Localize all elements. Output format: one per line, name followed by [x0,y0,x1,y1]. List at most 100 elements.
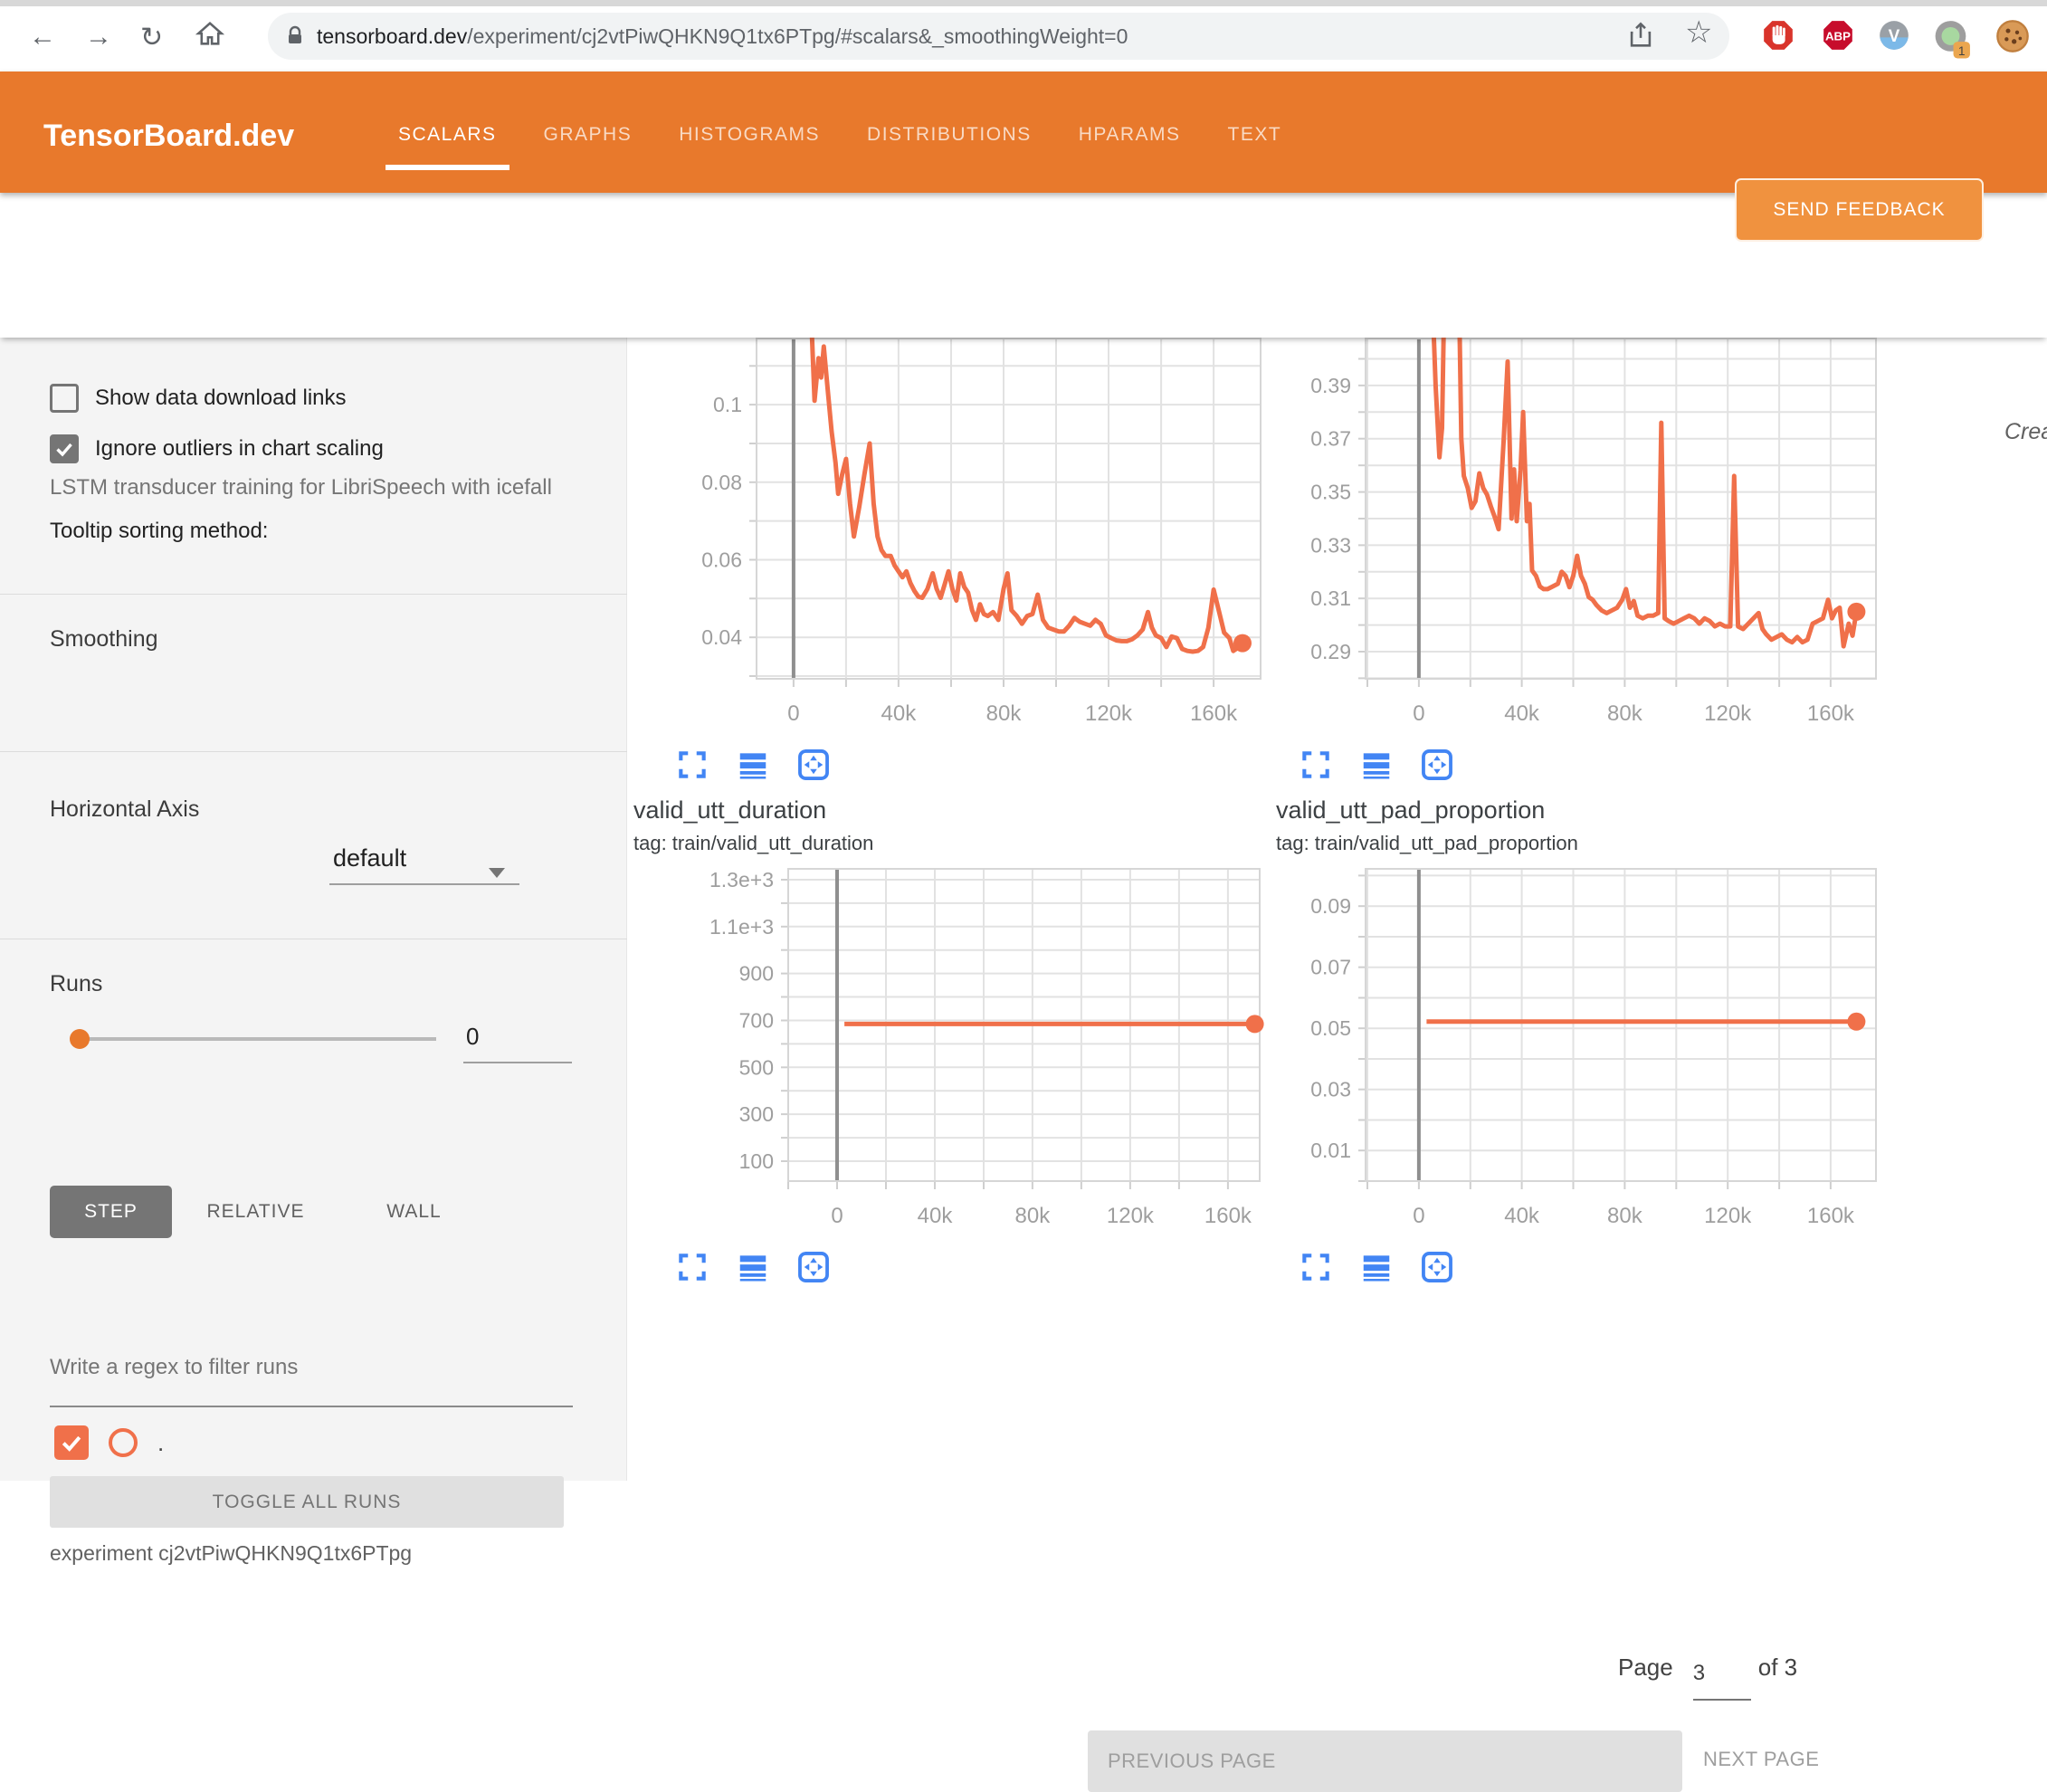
tab-text[interactable]: TEXT [1228,124,1282,146]
tooltip-sorting-underline [329,883,519,885]
fit-domain-icon[interactable] [1420,1250,1454,1284]
axis-wall-button[interactable]: WALL [339,1201,489,1223]
fullscreen-icon[interactable] [675,1250,709,1284]
bookmark-star-icon[interactable]: ☆ [1685,14,1712,51]
home-icon[interactable] [195,18,225,53]
chart3-plot[interactable]: 1003005007009001.1e+31.3e+3040k80k120k16… [633,868,1280,1237]
chart3-toolbar [633,1250,1279,1284]
check-icon [59,1430,84,1455]
fit-domain-icon[interactable] [796,1250,831,1284]
svg-text:160k: 160k [1807,1204,1855,1228]
svg-text:0.37: 0.37 [1310,427,1351,451]
page-of-label: of 3 [1758,1652,1797,1682]
chart-card-3: valid_utt_duration tag: train/valid_utt_… [633,796,1279,1284]
back-icon[interactable]: ← [29,22,56,52]
svg-text:0.03: 0.03 [1310,1078,1351,1101]
axis-relative-button[interactable]: RELATIVE [172,1201,339,1223]
svg-text:40k: 40k [1504,701,1540,726]
runs-filter-input[interactable]: Write a regex to filter runs [50,1355,298,1380]
svg-text:40k: 40k [1504,1204,1540,1228]
tab-distributions[interactable]: DISTRIBUTIONS [867,124,1032,146]
smoothing-label: Smoothing [50,626,158,653]
experiment-id-label: experiment cj2vtPiwQHKN9Q1tx6PTpg [50,1541,412,1566]
page-number-input[interactable]: 3 [1686,1652,1746,1701]
runs-label: Runs [50,971,102,997]
runs-list-icon[interactable] [736,748,770,782]
run-checkbox[interactable] [54,1425,89,1460]
smoothing-slider-track[interactable] [72,1037,436,1041]
tab-hparams[interactable]: HPARAMS [1079,124,1181,146]
horizontal-axis-label: Horizontal Axis [50,796,199,823]
chart1-toolbar [633,748,1279,782]
svg-text:0.39: 0.39 [1310,374,1351,397]
experiment-subtitle: LSTM transducer training for LibriSpeech… [50,475,552,500]
tooltip-sorting-select[interactable]: default [333,844,406,872]
svg-text:300: 300 [739,1102,774,1126]
run-row[interactable]: . [54,1425,164,1460]
ignore-outliers-label: Ignore outliers in chart scaling [95,436,384,462]
chart4-title: valid_utt_pad_proportion [1276,796,1894,825]
cookie-icon[interactable] [1995,18,2029,52]
send-feedback-button[interactable]: SEND FEEDBACK [1735,178,1984,242]
ignore-outliers-row[interactable]: Ignore outliers in chart scaling [50,434,384,463]
svg-text:0.35: 0.35 [1310,481,1351,504]
chart2-plot[interactable]: 0.290.310.330.350.370.39040k80k120k160k [1276,338,1896,735]
tab-graphs[interactable]: GRAPHS [544,124,633,146]
nav-tabs: SCALARS GRAPHS HISTOGRAMS DISTRIBUTIONS HPAR… [398,124,1281,146]
runs-list-icon[interactable] [1359,748,1394,782]
run-name: . [157,1429,164,1457]
smoothing-slider-thumb[interactable] [70,1029,90,1049]
svg-text:500: 500 [739,1055,774,1079]
recorder-extension-icon[interactable]: 1 [1931,18,1966,52]
toggle-all-runs-button[interactable]: TOGGLE ALL RUNS [50,1476,564,1528]
blocker-hand-icon[interactable] [1761,18,1795,52]
forward-icon[interactable]: → [85,22,112,52]
fullscreen-icon[interactable] [1299,1250,1333,1284]
show-download-links-row[interactable]: Show data download links [50,384,347,413]
smoothing-value-underline [463,1062,572,1063]
fullscreen-icon[interactable] [1299,748,1333,782]
vimium-icon[interactable]: V [1877,18,1911,52]
share-icon[interactable] [1625,20,1656,55]
app-logo[interactable]: TensorBoard.dev [43,119,294,154]
show-download-links-checkbox[interactable] [50,384,79,413]
svg-text:160k: 160k [1190,701,1238,726]
run-color-swatch[interactable] [109,1428,138,1457]
chart-card-2: tag: train/……_s……p…_……… 0.290.310.330.35… [1276,326,1894,782]
svg-text:0.06: 0.06 [701,548,742,572]
svg-text:0.1: 0.1 [713,393,742,416]
svg-text:40k: 40k [918,1204,954,1228]
ignore-outliers-checkbox[interactable] [50,434,79,463]
fullscreen-icon[interactable] [675,748,709,782]
app-header: TensorBoard.dev SCALARS GRAPHS HISTOGRAMS D… [0,71,2047,193]
runs-list-icon[interactable] [1359,1250,1394,1284]
svg-text:0.01: 0.01 [1310,1139,1351,1162]
pagination: Page 3 of 3 [1618,1652,1797,1701]
browser-toolbar: ← → ↻ tensorboard.dev/experiment/cj2vtPi… [0,0,2047,71]
url-bar[interactable]: tensorboard.dev/experiment/cj2vtPiwQHKN9… [268,13,1729,60]
chart1-plot[interactable]: 0.040.060.080.1040k80k120k160k [633,338,1281,735]
tab-histograms[interactable]: HISTOGRAMS [679,124,820,146]
horizontal-axis-buttons: STEP RELATIVE WALL [50,1186,489,1238]
reload-icon[interactable]: ↻ [140,22,163,53]
abp-icon[interactable]: ABP [1821,18,1855,52]
svg-text:80k: 80k [1015,1204,1052,1228]
chart-card-4: valid_utt_pad_proportion tag: train/vali… [1276,796,1894,1284]
runs-list-icon[interactable] [736,1250,770,1284]
chart4-tag: tag: train/valid_utt_pad_proportion [1276,832,1894,855]
svg-text:120k: 120k [1085,701,1133,726]
next-page-button[interactable]: NEXT PAGE [1703,1748,1819,1771]
smoothing-value[interactable]: 0 [466,1023,479,1051]
fit-domain-icon[interactable] [1420,748,1454,782]
chart4-plot[interactable]: 0.010.030.050.070.09040k80k120k160k [1276,868,1896,1237]
svg-text:40k: 40k [881,701,918,726]
previous-page-button[interactable]: PREVIOUS PAGE [1088,1730,1682,1792]
chevron-down-icon[interactable] [489,868,505,878]
axis-step-button[interactable]: STEP [50,1186,172,1238]
page-label: Page [1618,1652,1673,1682]
fit-domain-icon[interactable] [796,748,831,782]
tooltip-sorting-label: Tooltip sorting method: [50,519,268,544]
tab-scalars[interactable]: SCALARS [398,124,497,146]
svg-text:0.09: 0.09 [1310,894,1351,918]
lock-icon [284,25,306,47]
